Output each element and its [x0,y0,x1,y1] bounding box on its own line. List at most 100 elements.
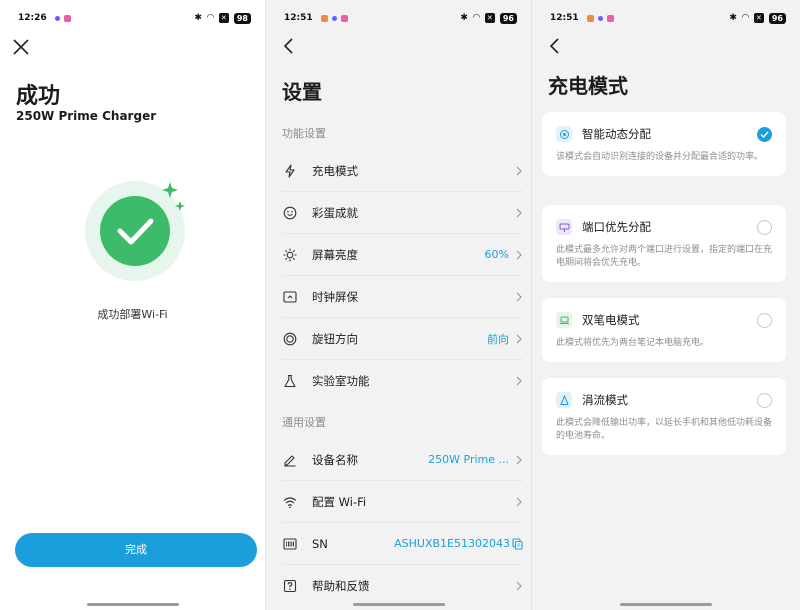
device-name: 250W Prime Charger [16,109,157,123]
mode-option-trickle[interactable]: 涓流模式 此模式会降低输出功率，以延长手机和其他低功耗设备的电池寿命。 [542,378,786,455]
battery-indicator: 96 [499,12,517,24]
page-title: 充电模式 [548,74,628,98]
mode-description: 此模式会降低输出功率，以延长手机和其他低功耗设备的电池寿命。 [556,418,773,441]
settings-item-label: 帮助和反馈 [312,579,370,593]
settings-item-brightness[interactable]: 屏幕亮度 60% [282,234,523,276]
mode-name: 双笔电模式 [582,313,640,327]
trickle-icon [556,392,572,408]
page-title: 成功 [16,84,61,109]
chevron-right-icon [516,292,522,301]
settings-item-device-name[interactable]: 设备名称 250W Prime ... [282,439,523,481]
settings-item-serial-number: SN ASHUXB1E51302043 [282,523,523,565]
settings-item-label: 充电模式 [312,163,358,178]
section-header-general: 通用设置 [282,416,326,429]
settings-item-label: 旋钮方向 [312,331,358,346]
home-indicator[interactable] [86,603,179,606]
app-notification-icon [606,14,614,22]
general-settings-list: 设备名称 250W Prime ... 配置 Wi-Fi SN ASHUXB1E… [282,439,523,607]
clock-screensaver-icon [282,289,298,305]
settings-item-label: 彩蛋成就 [312,205,358,220]
settings-item-label: 屏幕亮度 [312,247,358,262]
mode-description: 此模式最多允许对两个端口进行设置，指定的端口在充电期间将会优先充电。 [556,245,773,268]
settings-item-value: 60% [484,248,509,261]
chevron-right-icon [516,334,522,343]
wifi-status-icon: ◠ [472,12,480,23]
settings-item-charge-mode[interactable]: 充电模式 [282,150,523,192]
wifi-status-icon: ◠ [741,12,749,23]
knob-icon [282,331,298,347]
wifi-status-icon: ◠ [206,12,214,23]
status-time: 12:51 [284,13,313,23]
battery-indicator: 98 [233,12,251,24]
port-priority-icon [556,219,572,235]
battery-indicator: 96 [768,12,786,24]
charge-mode-screen: 12:51 ✱ ◠ ✕ 96 充电模式 智能动态分配 该模式会自动识别连接的设备… [532,0,800,610]
radio-selected[interactable] [757,126,772,142]
no-sim-icon: ✕ [218,13,229,23]
screens: 12:26 ✱ ◠ ✕ 98 成功 250W Prime Charger 成功部… [0,0,800,610]
settings-item-label: SN [312,536,328,551]
settings-item-label: 设备名称 [312,452,358,467]
chevron-right-icon [516,581,522,591]
settings-item-knob-direction[interactable]: 旋钮方向 前向 [282,318,523,360]
success-message: 成功部署Wi-Fi [97,308,168,321]
chevron-right-icon [516,376,522,386]
help-icon [282,578,298,594]
wifi-icon [282,494,298,510]
lightning-icon [282,163,298,179]
mode-name: 端口优先分配 [582,220,651,234]
status-bar: 12:51 ✱ ◠ ✕ 96 [266,10,531,26]
home-indicator[interactable] [620,603,712,606]
app-notification-icon [340,14,348,22]
home-indicator[interactable] [352,603,445,606]
success-screen: 12:26 ✱ ◠ ✕ 98 成功 250W Prime Charger 成功部… [0,0,266,610]
settings-item-label: 时钟屏保 [312,289,358,304]
mode-option-smart[interactable]: 智能动态分配 该模式会自动识别连接的设备并分配最合适的功率。 [542,112,786,176]
flask-icon [282,373,298,389]
close-icon[interactable] [12,38,30,56]
notification-dot-icon [54,15,60,21]
smiley-icon [282,205,298,221]
no-sim-icon: ✕ [753,13,764,23]
radio-unselected[interactable] [757,392,772,408]
mode-option-port-priority[interactable]: 端口优先分配 此模式最多允许对两个端口进行设置，指定的端口在充电期间将会优先充电… [542,205,786,282]
serial-number-value: ASHUXB1E51302043 [394,537,510,550]
settings-item-configure-wifi[interactable]: 配置 Wi-Fi [282,481,523,523]
app-notification-icon [320,14,328,22]
chevron-right-icon [516,208,522,217]
status-bar: 12:26 ✱ ◠ ✕ 98 [0,10,265,26]
back-icon[interactable] [546,37,564,55]
status-time: 12:26 [18,13,47,23]
barcode-icon [282,536,298,552]
settings-item-value: 前向 [487,332,509,346]
settings-item-easter-egg[interactable]: 彩蛋成就 [282,192,523,234]
mode-name: 涓流模式 [582,393,628,407]
mode-description: 该模式会自动识别连接的设备并分配最合适的功率。 [556,152,764,162]
chevron-right-icon [516,250,522,259]
edit-icon [282,452,298,468]
done-button[interactable]: 完成 [15,533,257,567]
sun-icon [282,247,298,263]
status-bar: 12:51 ✱ ◠ ✕ 96 [532,10,800,26]
settings-item-value: 250W Prime ... [428,453,509,466]
section-header-function: 功能设置 [282,127,326,140]
app-notification-icon [586,14,594,22]
settings-item-help-feedback[interactable]: 帮助和反馈 [282,565,523,607]
radio-unselected[interactable] [757,312,772,328]
chevron-right-icon [516,166,522,175]
settings-screen: 12:51 ✱ ◠ ✕ 96 设置 功能设置 充电模式 彩蛋成就 屏幕亮度 60… [266,0,532,610]
mode-option-dual-laptop[interactable]: 双笔电模式 此模式将优先为两台笔记本电脑充电。 [542,298,786,362]
copy-icon[interactable] [512,537,523,550]
notification-dot-icon [597,15,603,21]
app-notification-icon [63,14,71,22]
no-sim-icon: ✕ [484,13,495,23]
settings-item-lab-features[interactable]: 实验室功能 [282,360,523,402]
settings-item-label: 实验室功能 [312,374,370,388]
bluetooth-icon: ✱ [460,12,468,23]
mode-name: 智能动态分配 [582,127,651,141]
success-check-icon [85,181,185,281]
back-icon[interactable] [280,37,298,55]
radio-unselected[interactable] [757,219,772,235]
notification-dot-icon [331,15,337,21]
settings-item-clock-screensaver[interactable]: 时钟屏保 [282,276,523,318]
